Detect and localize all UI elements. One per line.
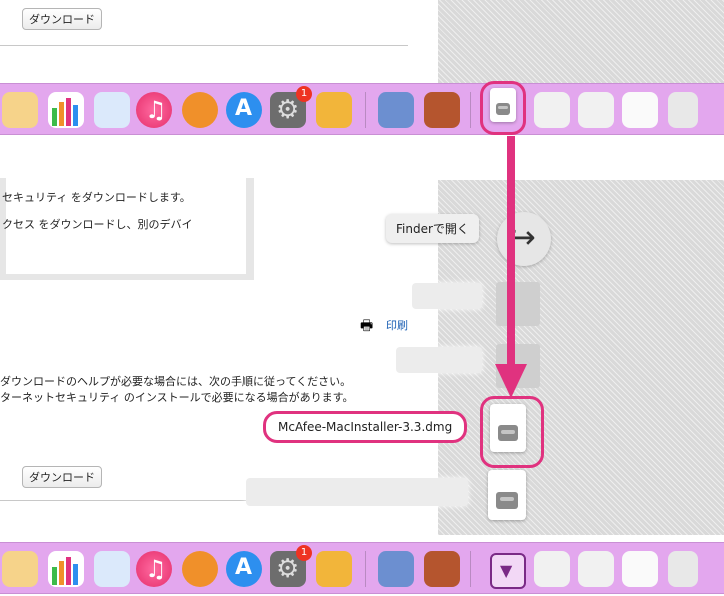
info-text-1: セキュリティ をダウンロードします。 [2,191,191,204]
window-thumbnail-3[interactable] [622,92,658,128]
books-app-icon[interactable] [182,551,218,587]
dock-separator [470,92,471,128]
gear-icon: ⚙ [276,554,300,584]
dock-separator [470,551,471,587]
window-thumbnail-2[interactable] [578,551,614,587]
print-link[interactable]: 印刷 [386,317,408,333]
notification-badge: 1 [296,86,312,102]
window-thumbnail-2[interactable] [578,92,614,128]
bar-chart-icon [52,98,78,126]
downloaded-file-label[interactable]: McAfee-MacInstaller-3.3.dmg [263,411,468,443]
books-app-icon[interactable] [182,92,218,128]
preview-app-icon[interactable] [378,551,414,587]
printer-icon: 🖶 [360,318,374,334]
download-button-top[interactable]: ダウンロード [22,8,102,30]
dock-separator [365,92,366,128]
notification-badge: 1 [296,545,312,561]
installer-app-icon[interactable] [424,551,460,587]
dock-bottom: ♫ A ⚙ 1 ▼ [0,542,724,594]
arrow-down-icon [495,136,527,398]
help-text-2: ターネットセキュリティ のインストールで必要になる場合があります。 [0,391,354,404]
info-text-2: クセス をダウンロードし、別のデバイ [2,218,193,231]
folder-app-icon[interactable] [316,551,352,587]
pages-app-icon[interactable] [2,92,38,128]
music-note-icon: ♫ [145,96,167,124]
music-note-icon: ♫ [145,555,167,583]
trash-icon[interactable] [668,551,698,587]
a-letter-icon: A [235,555,253,580]
stack-item-label-3 [246,478,468,506]
stack-item-label-2 [396,347,482,373]
a-letter-icon: A [235,96,253,121]
download-button-mid[interactable]: ダウンロード [22,466,102,488]
finder-open-menu-item[interactable]: Finderで開く [386,214,479,243]
numbers-app-icon[interactable] [48,92,84,128]
preview-app-icon[interactable] [378,92,414,128]
window-thumbnail-1[interactable] [534,551,570,587]
app-store-icon[interactable]: A [226,92,262,128]
folder-app-icon[interactable] [316,92,352,128]
window-thumbnail-1[interactable] [534,92,570,128]
stack-collapse-button[interactable]: ▼ [490,553,526,589]
system-preferences-icon[interactable]: ⚙ 1 [270,545,312,587]
itunes-app-icon[interactable]: ♫ [136,92,172,128]
triangle-down-icon: ▼ [500,561,513,580]
divider-top [0,45,408,46]
help-text-1: ダウンロードのヘルプが必要な場合には、次の手順に従ってください。 [0,375,352,388]
trash-icon[interactable] [668,92,698,128]
system-preferences-icon[interactable]: ⚙ 1 [270,86,312,128]
keynote-app-icon[interactable] [94,551,130,587]
bar-chart-icon [52,557,78,585]
dmg-file-icon[interactable] [490,88,516,122]
desktop-background-top [438,0,724,84]
screenshot-composite: ダウンロード ♫ A ⚙ 1 セキュリティ をダウンロードします。 クセス をダ… [0,0,724,596]
itunes-app-icon[interactable]: ♫ [136,551,172,587]
window-thumbnail-3[interactable] [622,551,658,587]
numbers-app-icon[interactable] [48,551,84,587]
app-store-icon[interactable]: A [226,551,262,587]
dmg-file-icon-large[interactable] [490,404,526,452]
installer-app-icon[interactable] [424,92,460,128]
dock-top: ♫ A ⚙ 1 [0,81,724,135]
pages-app-icon[interactable] [2,551,38,587]
dock-separator [365,551,366,587]
stack-item-label-1 [412,283,482,309]
keynote-app-icon[interactable] [94,92,130,128]
dmg-file-icon-stack[interactable] [488,470,526,520]
gear-icon: ⚙ [276,95,300,125]
